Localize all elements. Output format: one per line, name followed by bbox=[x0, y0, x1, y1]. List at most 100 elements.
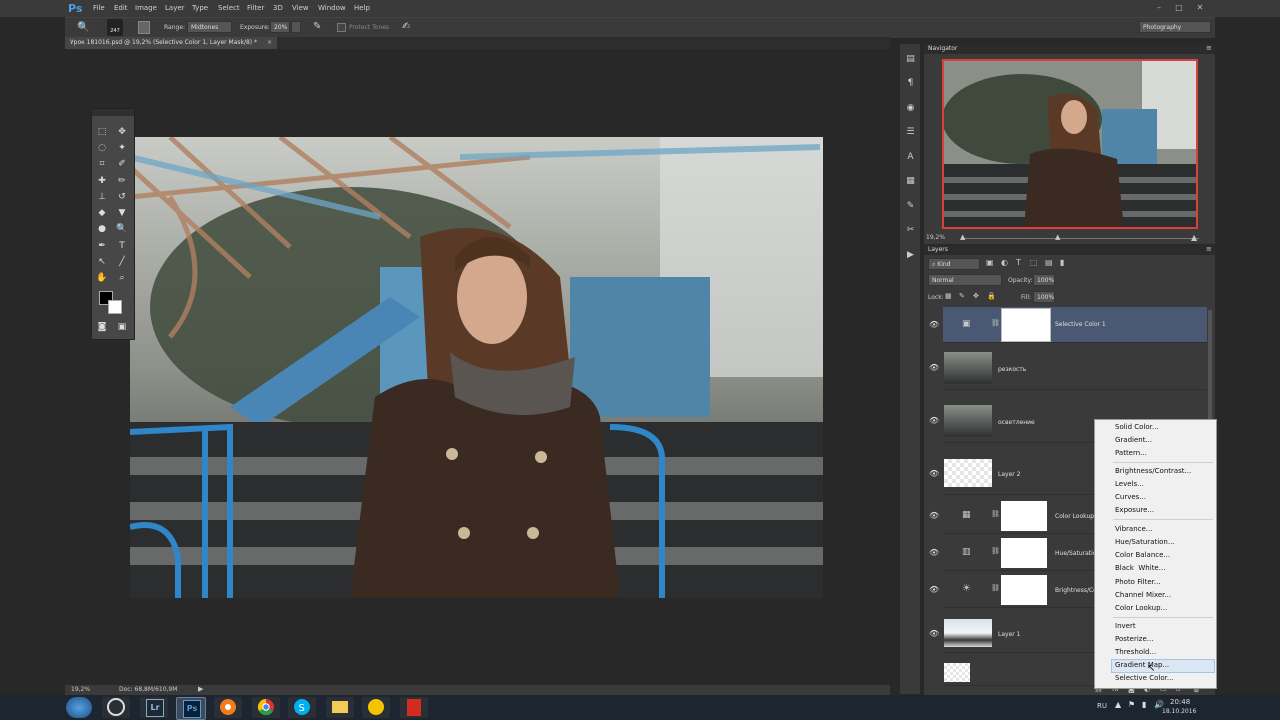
chrome-icon[interactable] bbox=[252, 697, 280, 718]
layer-mask-thumbnail[interactable] bbox=[1001, 501, 1047, 531]
visibility-eye-icon[interactable]: 👁 bbox=[929, 548, 939, 557]
exposure-dropdown[interactable] bbox=[291, 21, 301, 33]
brush-tool-icon[interactable]: ✏ bbox=[116, 175, 128, 187]
menu-option-channel-mixer[interactable]: Channel Mixer... bbox=[1115, 591, 1171, 599]
color-panel-icon[interactable]: ◉ bbox=[904, 102, 917, 115]
mask-link-icon[interactable]: ⛓ bbox=[991, 547, 1000, 555]
screen-mode-icon[interactable]: ▣ bbox=[116, 321, 128, 333]
fill-input[interactable]: 100% bbox=[1033, 291, 1055, 303]
menu-edit[interactable]: Edit bbox=[114, 4, 128, 12]
brush-presets-icon[interactable]: ✎ bbox=[904, 200, 917, 213]
menu-select[interactable]: Select bbox=[218, 4, 240, 12]
crop-tool-icon[interactable]: ⌗ bbox=[96, 158, 108, 170]
tool-presets-icon[interactable]: ✂ bbox=[904, 224, 917, 237]
layer-row[interactable]: 👁 ▣ ⛓ Selective Color 1 bbox=[929, 307, 1207, 343]
menu-option-photo-filter[interactable]: Photo Filter... bbox=[1115, 578, 1161, 586]
blur-tool-icon[interactable]: ● bbox=[96, 223, 108, 235]
visibility-eye-icon[interactable]: 👁 bbox=[929, 629, 939, 638]
menu-option-selective-color[interactable]: Selective Color... bbox=[1115, 674, 1174, 682]
panel-menu-icon[interactable]: ≡ bbox=[1206, 245, 1212, 253]
zoom-tool-icon[interactable]: ⌕ bbox=[116, 272, 128, 284]
norton-icon[interactable] bbox=[362, 697, 390, 718]
marquee-tool-icon[interactable]: ⬚ bbox=[96, 126, 108, 138]
layer-row[interactable]: 👁 резкость bbox=[929, 349, 1207, 390]
quick-selection-tool-icon[interactable]: ✦ bbox=[116, 142, 128, 154]
navigator-zoom-slider[interactable] bbox=[964, 238, 1199, 239]
menu-help[interactable]: Help bbox=[354, 4, 370, 12]
menu-view[interactable]: View bbox=[292, 4, 309, 12]
layer-name[interactable]: резкость bbox=[998, 366, 1026, 373]
mask-link-icon[interactable]: ⛓ bbox=[991, 510, 1000, 518]
layer-name[interactable]: Layer 1 bbox=[998, 631, 1020, 638]
protect-tones-checkbox[interactable] bbox=[337, 23, 346, 32]
clock-date[interactable]: 18.10.2016 bbox=[1162, 708, 1196, 715]
menu-option-brightness-contrast[interactable]: Brightness/Contrast... bbox=[1115, 467, 1191, 475]
menu-type[interactable]: Type bbox=[192, 4, 208, 12]
visibility-eye-icon[interactable]: 👁 bbox=[929, 511, 939, 520]
type-tool-icon[interactable]: T bbox=[116, 240, 128, 252]
background-color-swatch[interactable] bbox=[108, 300, 122, 314]
menu-option-solid-color[interactable]: Solid Color... bbox=[1115, 423, 1159, 431]
layers-scrollbar[interactable] bbox=[1208, 310, 1212, 420]
menu-filter[interactable]: Filter bbox=[247, 4, 264, 12]
avast-icon[interactable] bbox=[214, 697, 242, 718]
status-menu-arrow-icon[interactable]: ▶ bbox=[198, 685, 203, 693]
line-tool-icon[interactable]: ╱ bbox=[116, 256, 128, 268]
visibility-eye-icon[interactable]: 👁 bbox=[929, 585, 939, 594]
menu-image[interactable]: Image bbox=[135, 4, 157, 12]
panel-menu-icon[interactable]: ≡ bbox=[1206, 44, 1212, 52]
menu-option-vibrance[interactable]: Vibrance... bbox=[1115, 525, 1152, 533]
healing-brush-tool-icon[interactable]: ✚ bbox=[96, 175, 108, 187]
skype-icon[interactable]: S bbox=[288, 697, 316, 718]
layer-thumbnail[interactable] bbox=[944, 663, 970, 682]
layer-name[interactable]: осветление bbox=[998, 419, 1035, 426]
close-tab-icon[interactable]: × bbox=[267, 37, 272, 49]
menu-3d[interactable]: 3D bbox=[273, 4, 283, 12]
layer-name[interactable]: Layer 2 bbox=[998, 471, 1020, 478]
actions-panel-icon[interactable]: ▶ bbox=[904, 249, 917, 262]
navigator-preview[interactable] bbox=[942, 59, 1198, 229]
filter-adjustment-icon[interactable]: ◐ bbox=[1001, 258, 1008, 267]
navigator-title[interactable]: Navigator bbox=[928, 45, 957, 52]
paint-bucket-tool-icon[interactable]: ▼ bbox=[116, 207, 128, 219]
opacity-input[interactable]: 100% bbox=[1033, 274, 1055, 286]
path-selection-tool-icon[interactable]: ↖ bbox=[96, 256, 108, 268]
lock-pixels-icon[interactable]: ✎ bbox=[959, 292, 965, 300]
airbrush-icon[interactable]: ✎ bbox=[313, 21, 321, 32]
blend-mode-select[interactable]: Normal bbox=[928, 274, 1002, 286]
maximize-button[interactable]: □ bbox=[1172, 2, 1186, 14]
mask-link-icon[interactable]: ⛓ bbox=[991, 584, 1000, 592]
tray-arrow-icon[interactable]: ▲ bbox=[1115, 700, 1121, 709]
range-select[interactable]: Midtones bbox=[187, 21, 232, 33]
menu-option-black-white[interactable]: Black White... bbox=[1115, 564, 1165, 572]
file-explorer-icon[interactable] bbox=[326, 697, 354, 718]
brush-panel-icon[interactable] bbox=[138, 21, 150, 34]
filter-smart-object-icon[interactable]: ▤ bbox=[1045, 258, 1053, 267]
lightroom-icon[interactable]: Lr bbox=[140, 697, 168, 718]
lock-all-icon[interactable]: 🔒 bbox=[987, 292, 996, 300]
layer-thumbnail[interactable] bbox=[944, 619, 992, 647]
layer-mask-thumbnail[interactable] bbox=[1001, 538, 1047, 568]
menu-option-pattern[interactable]: Pattern... bbox=[1115, 449, 1147, 457]
network-icon[interactable]: ▮ bbox=[1142, 700, 1146, 709]
menu-option-hue-saturation[interactable]: Hue/Saturation... bbox=[1115, 538, 1175, 546]
acrobat-icon[interactable] bbox=[400, 697, 428, 718]
filter-pixel-icon[interactable]: ▣ bbox=[986, 258, 994, 267]
layers-title[interactable]: Layers bbox=[928, 246, 948, 253]
layer-thumbnail[interactable] bbox=[944, 459, 992, 487]
minimize-button[interactable]: – bbox=[1152, 2, 1166, 14]
dodge-tool-icon[interactable]: 🔍 bbox=[116, 223, 128, 235]
layer-thumbnail[interactable] bbox=[944, 405, 992, 437]
menu-option-invert[interactable]: Invert bbox=[1115, 622, 1136, 630]
menu-option-curves[interactable]: Curves... bbox=[1115, 493, 1146, 501]
zoom-in-icon[interactable]: ▲ bbox=[1191, 233, 1197, 242]
zoom-level[interactable]: 19,2% bbox=[71, 686, 90, 693]
mask-link-icon[interactable]: ⛓ bbox=[991, 319, 1000, 327]
visibility-eye-icon[interactable]: 👁 bbox=[929, 416, 939, 425]
visibility-eye-icon[interactable]: 👁 bbox=[929, 320, 939, 329]
chrome-dark-icon[interactable] bbox=[102, 697, 130, 718]
photoshop-taskbar-icon[interactable]: Ps bbox=[176, 697, 206, 720]
menu-option-posterize[interactable]: Posterize... bbox=[1115, 635, 1153, 643]
menu-option-color-balance[interactable]: Color Balance... bbox=[1115, 551, 1170, 559]
close-button[interactable]: ✕ bbox=[1193, 2, 1207, 14]
